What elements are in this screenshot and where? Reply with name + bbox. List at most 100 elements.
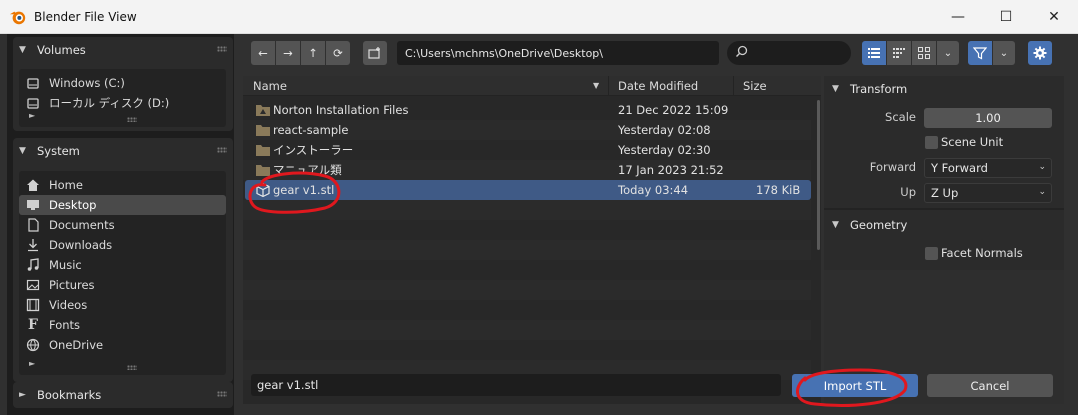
facet-normals-checkbox[interactable] <box>925 247 938 260</box>
chevron-down-icon: ▼ <box>19 146 26 156</box>
drive-icon <box>25 75 41 91</box>
display-horizontal-list-button[interactable] <box>887 41 911 65</box>
parent-directory-button[interactable]: ↑ <box>301 41 325 65</box>
sidebar-item-label: Videos <box>49 298 88 312</box>
file-row-selected[interactable]: gear v1.stl Today 03:44 178 KiB <box>245 180 811 200</box>
directory-path-input[interactable]: C:\Users\mchms\OneDrive\Desktop\ <box>397 41 719 65</box>
display-options-dropdown[interactable]: ⌄ <box>937 41 959 65</box>
file-list-header: Name ▼ Date Modified Size <box>243 76 821 96</box>
sidebar-item-label: Home <box>49 178 83 192</box>
sidebar-item-desktop[interactable]: Desktop <box>19 195 226 215</box>
sidebar-item-music[interactable]: Music <box>19 255 226 275</box>
chevron-down-icon: ⌄ <box>999 47 1009 59</box>
minimize-button[interactable]: — <box>934 0 982 34</box>
column-divider[interactable] <box>608 76 609 96</box>
maximize-button[interactable]: ☐ <box>982 0 1030 34</box>
drag-grip-icon[interactable] <box>217 391 227 397</box>
list-resize-grip-icon[interactable] <box>127 365 137 370</box>
resize-arrow-icon[interactable]: ► <box>29 359 35 368</box>
cloud-icon <box>25 337 41 353</box>
transform-header[interactable]: ▼ Transform <box>824 76 1064 102</box>
search-input[interactable] <box>727 41 851 65</box>
file-row[interactable]: react-sample Yesterday 02:08 <box>243 120 811 140</box>
scale-field[interactable]: 1.00 <box>924 108 1052 128</box>
bookmarks-title: Bookmarks <box>37 388 102 402</box>
operator-properties-panel: ▼ Transform Scale 1.00 Scene Unit Forwar… <box>824 76 1064 404</box>
resize-arrow-icon[interactable]: ► <box>29 111 35 120</box>
geometry-header[interactable]: ▼ Geometry <box>824 212 1064 238</box>
home-icon <box>25 177 41 193</box>
back-button[interactable]: ← <box>251 41 275 65</box>
file-row[interactable]: マニュアル類 17 Jan 2023 21:52 <box>243 160 811 180</box>
file-row[interactable]: インストーラー Yesterday 02:30 <box>243 140 811 160</box>
volumes-header[interactable]: ▼ Volumes <box>13 37 233 63</box>
sidebar-item-downloads[interactable]: Downloads <box>19 235 226 255</box>
volume-item-d[interactable]: ローカル ディスク (D:) <box>19 93 226 113</box>
sidebar-item-home[interactable]: Home <box>19 175 226 195</box>
empty-row <box>243 280 811 300</box>
file-date: Yesterday 02:30 <box>618 143 711 157</box>
system-list: Home Desktop Documents Downloads Music P… <box>19 171 226 375</box>
sidebar-item-pictures[interactable]: Pictures <box>19 275 226 295</box>
file-date: 21 Dec 2022 15:09 <box>618 103 729 117</box>
chevron-down-icon: ▼ <box>832 220 839 230</box>
volumes-title: Volumes <box>37 43 86 57</box>
up-axis-select[interactable]: Z Up ⌄ <box>924 183 1052 203</box>
system-header[interactable]: ▼ System <box>13 138 233 164</box>
cancel-button[interactable]: Cancel <box>927 374 1053 397</box>
filename-input[interactable]: gear v1.stl <box>251 374 781 396</box>
bookmarks-header[interactable]: ► Bookmarks <box>13 382 233 408</box>
display-vertical-list-button[interactable] <box>862 41 886 65</box>
folder-special-icon <box>256 105 270 116</box>
empty-row <box>243 240 811 260</box>
sidebar-item-fonts[interactable]: F Fonts <box>19 315 226 335</box>
blender-logo-icon <box>9 11 26 24</box>
video-icon <box>25 297 41 313</box>
desktop-icon <box>25 197 41 213</box>
column-name-header[interactable]: Name <box>253 79 287 93</box>
list-resize-grip-icon[interactable] <box>127 117 137 122</box>
filter-icon <box>973 47 987 60</box>
arrow-right-icon: → <box>283 46 293 60</box>
file-row[interactable]: Norton Installation Files 21 Dec 2022 15… <box>243 100 811 120</box>
sort-descending-icon[interactable]: ▼ <box>593 81 599 90</box>
drag-grip-icon[interactable] <box>217 46 227 52</box>
refresh-icon: ⟳ <box>333 46 343 60</box>
file-name: gear v1.stl <box>273 183 335 197</box>
file-size: 178 KiB <box>756 183 801 197</box>
close-window-button[interactable]: ✕ <box>1030 0 1078 34</box>
transform-title: Transform <box>850 82 908 96</box>
bookmarks-panel: ► Bookmarks <box>13 382 233 408</box>
system-panel: ▼ System Home Desktop Documents Download… <box>13 138 233 382</box>
drag-grip-icon[interactable] <box>217 147 227 153</box>
column-divider[interactable] <box>733 76 734 96</box>
system-title: System <box>37 144 80 158</box>
sidebar-item-label: Music <box>49 258 82 272</box>
vertical-list-icon <box>868 48 880 58</box>
file-list-scrollbar[interactable] <box>817 100 820 250</box>
forward-axis-value: Y Forward <box>931 161 988 175</box>
scale-label: Scale <box>885 110 916 124</box>
column-date-header[interactable]: Date Modified <box>618 79 698 93</box>
import-stl-button[interactable]: Import STL <box>792 374 918 397</box>
forward-axis-select[interactable]: Y Forward ⌄ <box>924 158 1052 178</box>
volume-item-c[interactable]: Windows (C:) <box>19 73 226 93</box>
new-folder-button[interactable] <box>363 41 387 65</box>
sidebar-item-onedrive[interactable]: OneDrive <box>19 335 226 355</box>
volume-label: ローカル ディスク (D:) <box>49 96 170 110</box>
directory-path-text: C:\Users\mchms\OneDrive\Desktop\ <box>405 46 603 60</box>
refresh-button[interactable]: ⟳ <box>326 41 350 65</box>
column-size-header[interactable]: Size <box>743 79 767 93</box>
settings-toggle-button[interactable] <box>1028 41 1052 65</box>
search-icon <box>735 45 748 61</box>
filter-options-dropdown[interactable]: ⌄ <box>993 41 1015 65</box>
sidebar-item-documents[interactable]: Documents <box>19 215 226 235</box>
chevron-down-icon: ▼ <box>19 45 26 55</box>
filter-button[interactable] <box>968 41 992 65</box>
window-titlebar: Blender File View — ☐ ✕ <box>0 0 1078 34</box>
display-thumbnails-button[interactable] <box>912 41 936 65</box>
file-date: 17 Jan 2023 21:52 <box>618 163 724 177</box>
forward-button[interactable]: → <box>276 41 300 65</box>
scene-unit-checkbox[interactable] <box>925 136 938 149</box>
sidebar-item-videos[interactable]: Videos <box>19 295 226 315</box>
